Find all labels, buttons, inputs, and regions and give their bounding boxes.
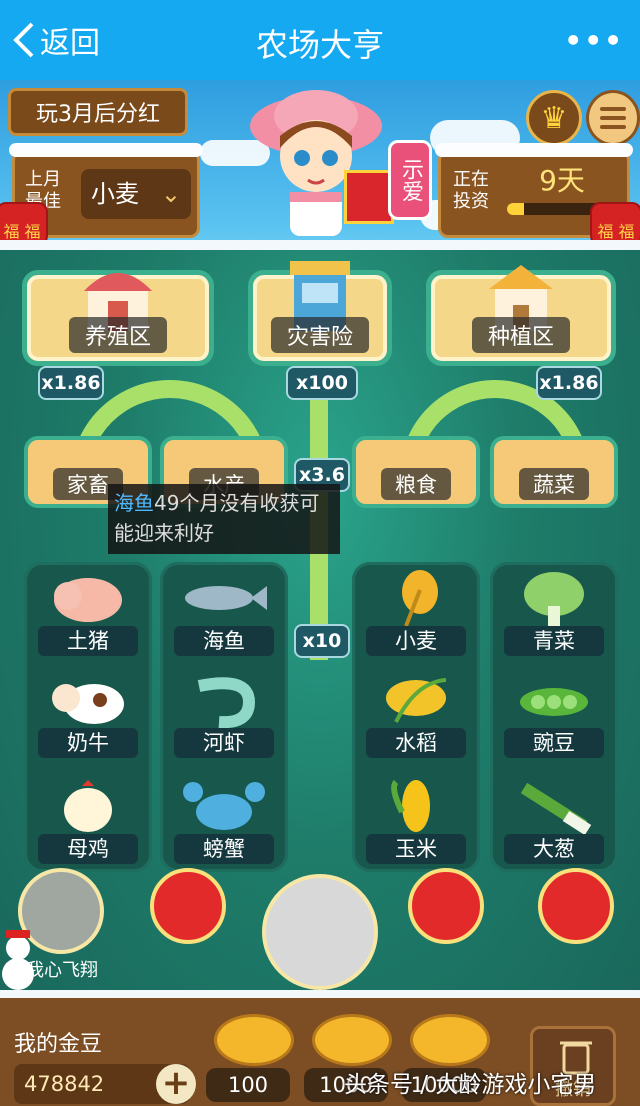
best-crop-value: 小麦 <box>91 180 139 208</box>
zone-label: 养殖区 <box>68 317 168 353</box>
gold-label: 我的金豆 <box>14 1032 103 1057</box>
tooltip-highlight: 海鱼 <box>114 491 154 515</box>
item-hen[interactable]: 母鸡 <box>24 776 152 876</box>
investing-days: 9天 <box>539 164 585 197</box>
bonus-banner-label: 玩3月后分红 <box>36 102 160 127</box>
item-label: 土猪 <box>38 626 138 656</box>
scallion-icon <box>509 776 599 836</box>
investing-label: 正在 投资 <box>453 169 489 212</box>
greens-icon <box>509 568 599 628</box>
rice-icon <box>371 670 461 730</box>
category-grain[interactable]: 粮食 <box>352 436 480 508</box>
corn-icon <box>371 776 461 836</box>
fu-right-text: 福 福 <box>597 222 635 241</box>
shrimp-icon <box>179 670 269 730</box>
item-rice[interactable]: 水稻 <box>352 670 480 770</box>
player-name: 我心飞翔 <box>26 960 98 981</box>
column-vegetable: 青菜 豌豆 大葱 <box>490 562 618 872</box>
item-label: 玉米 <box>366 834 466 864</box>
main-player-avatar[interactable] <box>262 874 378 990</box>
item-label: 小麦 <box>366 626 466 656</box>
gift-icon <box>344 170 394 224</box>
qq-penguin-avatar[interactable] <box>538 868 614 944</box>
harvest-tooltip: 海鱼49个月没有收获可能迎来利好 <box>108 484 340 554</box>
multiplier-badge: x100 <box>286 366 358 400</box>
hamburger-menu-button[interactable] <box>586 90 640 146</box>
page-title: 农场大亨 <box>255 26 384 64</box>
qq-penguin-avatar[interactable] <box>408 868 484 944</box>
zone-insurance[interactable]: 灾害险 <box>248 261 392 366</box>
item-label: 奶牛 <box>38 728 138 758</box>
bean-icon <box>312 1014 392 1066</box>
crown-icon[interactable]: ♛ <box>526 90 582 146</box>
item-label: 河虾 <box>174 728 274 758</box>
multiplier-badge: x1.86 <box>536 366 602 400</box>
top-nav-bar: 返回 农场大亨 ••• <box>0 0 640 80</box>
item-scallion[interactable]: 大葱 <box>490 776 618 876</box>
category-vegetable[interactable]: 蔬菜 <box>490 436 618 508</box>
add-gold-button[interactable]: + <box>156 1064 196 1104</box>
category-label: 蔬菜 <box>519 468 589 500</box>
zone-planting[interactable]: 种植区 <box>426 265 616 366</box>
item-wheat[interactable]: 小麦 <box>352 568 480 668</box>
best-crop-select[interactable]: 小麦 ⌄ <box>81 169 191 219</box>
item-corn[interactable]: 玉米 <box>352 776 480 876</box>
pig-icon <box>43 568 133 628</box>
more-menu-button[interactable]: ••• <box>564 24 624 57</box>
pea-icon <box>509 670 599 730</box>
zone-livestock[interactable]: 养殖区 <box>22 270 214 366</box>
fish-icon <box>179 568 269 628</box>
wheat-icon <box>371 568 461 628</box>
item-label: 螃蟹 <box>174 834 274 864</box>
item-label: 水稻 <box>366 728 466 758</box>
show-love-button[interactable]: 示爱 <box>388 140 432 220</box>
item-pea[interactable]: 豌豆 <box>490 670 618 770</box>
qq-penguin-avatar[interactable] <box>150 868 226 944</box>
zone-label: 灾害险 <box>270 317 370 353</box>
item-cow[interactable]: 奶牛 <box>24 670 152 770</box>
multiplier-badge: x10 <box>294 624 350 658</box>
zone-label: 种植区 <box>471 317 571 353</box>
column-aquatic: 海鱼 河虾 螃蟹 <box>160 562 288 872</box>
column-livestock: 土猪 奶牛 母鸡 <box>24 562 152 872</box>
item-sea-fish[interactable]: 海鱼 <box>160 568 288 668</box>
item-greens[interactable]: 青菜 <box>490 568 618 668</box>
category-label: 粮食 <box>381 468 451 500</box>
item-label: 大葱 <box>504 834 604 864</box>
bonus-banner[interactable]: 玩3月后分红 <box>8 88 188 136</box>
item-label: 豌豆 <box>504 728 604 758</box>
snowman-icon <box>2 930 34 990</box>
crab-icon <box>179 776 269 836</box>
multiplier-badge: x1.86 <box>38 366 104 400</box>
game-area: 玩3月后分红 ♛ 上月 最佳 小麦 ⌄ 正在 投资 9天 示爱 福 福 福 福 <box>0 80 640 1106</box>
column-grain: 小麦 水稻 玉米 <box>352 562 480 872</box>
watermark: 头条号 / 大龄游戏小宅男 <box>344 1072 597 1098</box>
fu-left-text: 福 福 <box>3 222 41 241</box>
item-label: 母鸡 <box>38 834 138 864</box>
item-shrimp[interactable]: 河虾 <box>160 670 288 770</box>
show-love-label: 示爱 <box>398 158 423 202</box>
item-label: 青菜 <box>504 626 604 656</box>
chevron-down-icon: ⌄ <box>160 180 181 208</box>
item-crab[interactable]: 螃蟹 <box>160 776 288 876</box>
bean-icon <box>214 1014 294 1066</box>
item-pig[interactable]: 土猪 <box>24 568 152 668</box>
item-label: 海鱼 <box>174 626 274 656</box>
hen-icon <box>43 776 133 836</box>
bean-icon <box>410 1014 490 1066</box>
cow-icon <box>43 670 133 730</box>
bet-option[interactable]: 100 <box>206 1068 290 1102</box>
